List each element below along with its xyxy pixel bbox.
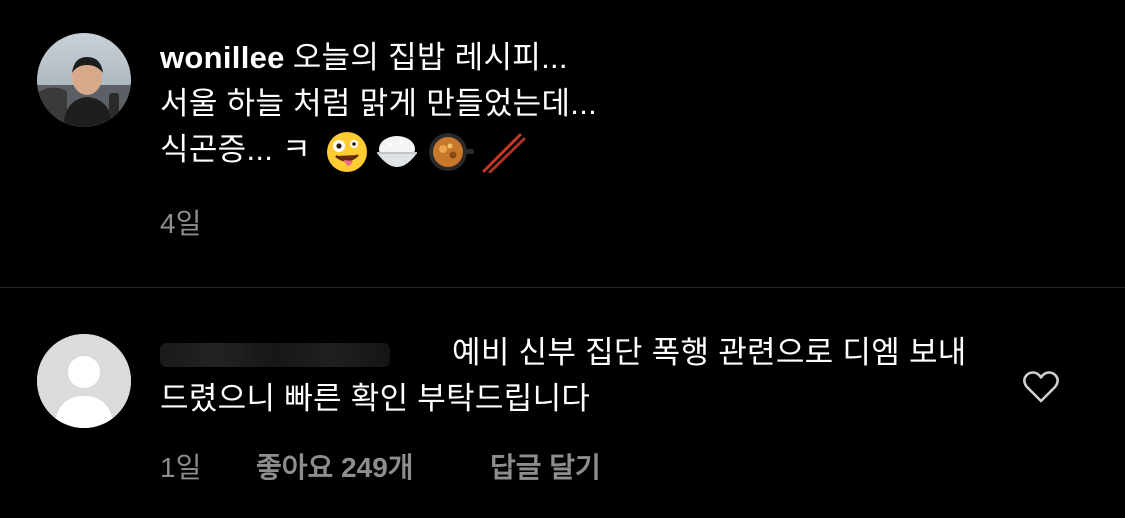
caption-line-3: 식곤증... ㅋ	[160, 132, 311, 167]
author-username[interactable]: wonillee	[160, 40, 285, 75]
zany-face-emoji	[326, 131, 367, 172]
comment-timestamp: 1일	[160, 452, 202, 483]
commenter-username-blurred[interactable]	[160, 342, 390, 367]
heart-outline-icon[interactable]	[1022, 370, 1060, 404]
caption-line-1: 오늘의 집밥 레시피...	[292, 40, 568, 75]
commenter-avatar[interactable]	[37, 334, 131, 428]
caption-section: wonillee 오늘의 집밥 레시피... 서울 하늘 처럼 맑게 만들었는데.…	[0, 0, 1125, 287]
reply-button[interactable]: 답글 달기	[490, 446, 601, 486]
author-avatar-photo	[37, 33, 131, 127]
caption-timestamp: 4일	[160, 208, 202, 239]
caption-line-2: 서울 하늘 처럼 맑게 만들었는데...	[160, 86, 598, 121]
caption-emojis	[326, 131, 526, 173]
comment-item: 예비 신부 집단 폭행 관련으로 디엠 보내드렸으니 빠른 확인 부탁드립니다 …	[0, 288, 1125, 518]
comment-text-block: 예비 신부 집단 폭행 관련으로 디엠 보내드렸으니 빠른 확인 부탁드립니다	[160, 330, 980, 422]
shallow-pan-food-emoji	[428, 132, 474, 171]
comment-likes-count[interactable]: 좋아요 249개	[256, 446, 490, 486]
author-avatar[interactable]	[37, 33, 131, 127]
default-user-icon	[37, 334, 131, 428]
cooked-rice-emoji	[376, 135, 417, 167]
comment-meta: 1일 좋아요 249개 답글 달기	[160, 446, 601, 486]
caption-text-block: wonillee 오늘의 집밥 레시피... 서울 하늘 처럼 맑게 만들었는데.…	[160, 35, 1060, 173]
chopsticks-emoji	[482, 133, 526, 173]
